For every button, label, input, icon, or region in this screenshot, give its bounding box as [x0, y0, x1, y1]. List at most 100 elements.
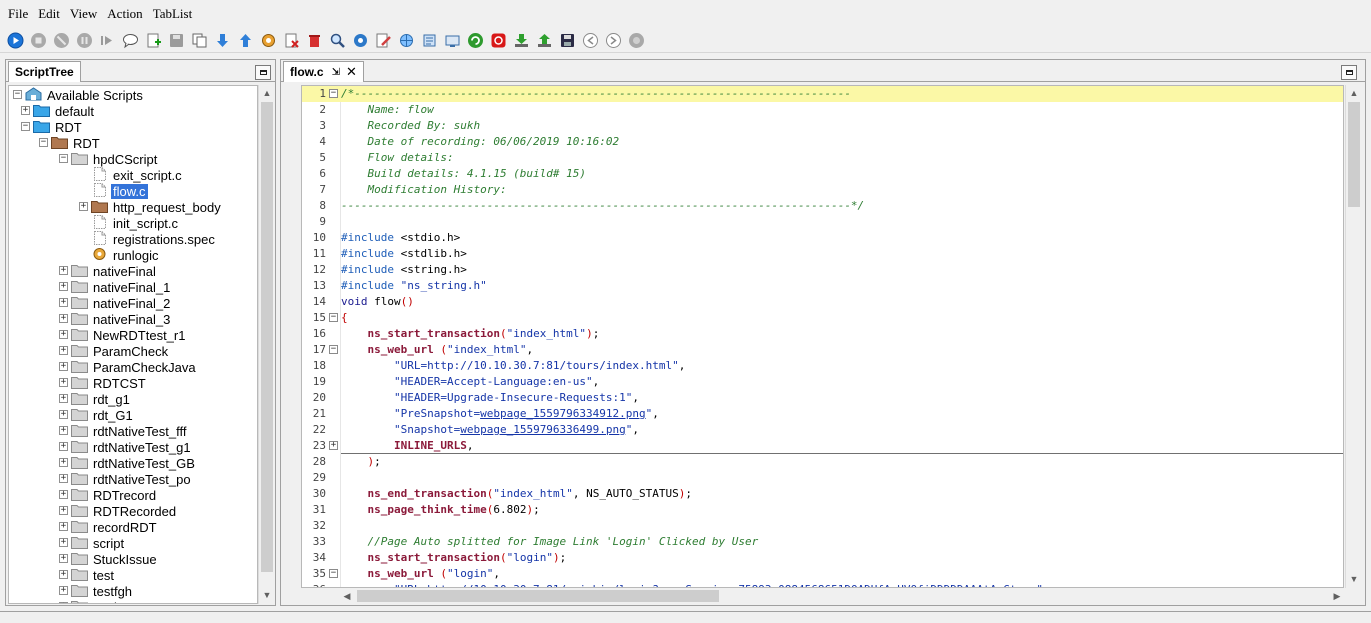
expand-icon[interactable]: + [59, 602, 68, 603]
tab-script-tree[interactable]: ScriptTree [8, 61, 81, 82]
code-line[interactable]: 2 Name: flow [302, 102, 1343, 118]
editor-minimize-button[interactable] [1341, 65, 1357, 80]
redo-icon[interactable] [604, 31, 623, 50]
code-line[interactable]: 4 Date of recording: 06/06/2019 10:16:02 [302, 134, 1343, 150]
web-icon[interactable] [397, 31, 416, 50]
collapse-icon[interactable]: − [21, 122, 30, 131]
scroll-down-icon[interactable]: ▼ [259, 587, 275, 603]
expand-icon[interactable]: + [59, 378, 68, 387]
comment-icon[interactable] [121, 31, 140, 50]
play-icon[interactable] [6, 31, 25, 50]
tree-item[interactable]: nativeFinal_1 [71, 279, 172, 295]
add-page-icon[interactable] [144, 31, 163, 50]
code-token[interactable]: webpage_1559796336499.png [460, 423, 626, 436]
expand-icon[interactable]: + [59, 570, 68, 579]
abort-icon[interactable] [52, 31, 71, 50]
code-line[interactable]: 11 #include <stdlib.h> [302, 246, 1343, 262]
code-line[interactable]: 34 ns_start_transaction("login"); [302, 550, 1343, 566]
expand-icon[interactable]: + [59, 474, 68, 483]
transaction-icon[interactable] [259, 31, 278, 50]
tree-item[interactable]: ParamCheck [71, 343, 170, 359]
close-icon[interactable]: ✕ [346, 64, 357, 80]
code-line[interactable]: 15−{ [302, 310, 1343, 326]
code-line[interactable]: 6 Build details: 4.1.15 (build# 15) [302, 166, 1343, 182]
code-editor[interactable]: 1−/*------------------------------------… [301, 85, 1344, 588]
pause-icon[interactable] [75, 31, 94, 50]
code-line[interactable]: 5 Flow details: [302, 150, 1343, 166]
tree-item[interactable]: StuckIssue [71, 551, 159, 567]
tree-item[interactable]: rdtNativeTest_g1 [71, 439, 193, 455]
tree-item[interactable]: RDTRecorded [71, 503, 178, 519]
tree-item[interactable]: RDT [33, 119, 84, 135]
record-icon[interactable] [489, 31, 508, 50]
tree-item[interactable]: nativeFinal_2 [71, 295, 172, 311]
code-line[interactable]: 7 Modification History: [302, 182, 1343, 198]
edit-icon[interactable] [374, 31, 393, 50]
collapse-icon[interactable]: − [59, 154, 68, 163]
stop-icon[interactable] [29, 31, 48, 50]
save-icon[interactable] [558, 31, 577, 50]
tree-item[interactable]: Available Scripts [25, 86, 145, 103]
expand-icon[interactable]: + [59, 298, 68, 307]
scroll-left-icon[interactable]: ◀ [339, 588, 355, 604]
trash-icon[interactable] [305, 31, 324, 50]
code-line[interactable]: 18 "URL=http://10.10.30.7:81/tours/index… [302, 358, 1343, 374]
tree-item[interactable]: RDT [51, 135, 102, 151]
tree-item[interactable]: http_request_body [91, 199, 223, 215]
tree-item[interactable]: init_script.c [91, 214, 180, 231]
expand-icon[interactable]: + [59, 410, 68, 419]
script-tree-minimize-button[interactable] [255, 65, 271, 80]
tree-item[interactable]: RDTrecord [71, 487, 158, 503]
undo-icon[interactable] [581, 31, 600, 50]
expand-icon[interactable]: + [59, 330, 68, 339]
editor-horizontal-scrollbar[interactable]: ◀ ▶ [301, 588, 1340, 604]
fold-collapse-icon[interactable]: − [329, 313, 338, 322]
expand-icon[interactable]: + [59, 426, 68, 435]
tree-item[interactable]: registrations.spec [91, 230, 217, 247]
arrow-down-icon[interactable] [213, 31, 232, 50]
editor-vertical-scrollbar[interactable]: ▲ ▼ [1345, 85, 1361, 588]
save-gray-icon[interactable] [167, 31, 186, 50]
expand-icon[interactable]: + [59, 282, 68, 291]
expand-icon[interactable]: + [59, 314, 68, 323]
scroll-right-icon[interactable]: ▶ [1329, 588, 1345, 604]
code-line[interactable]: 3 Recorded By: sukh [302, 118, 1343, 134]
code-line[interactable]: 31 ns_page_think_time(6.802); [302, 502, 1343, 518]
tree-item[interactable]: rdt_g1 [71, 391, 132, 407]
expand-icon[interactable]: + [59, 506, 68, 515]
code-line[interactable]: 17− ns_web_url ("index_html", [302, 342, 1343, 358]
tree-item[interactable]: RDTCST [71, 375, 148, 391]
menu-edit[interactable]: Edit [34, 6, 64, 22]
refresh-icon[interactable] [466, 31, 485, 50]
scroll-down-icon[interactable]: ▼ [1346, 571, 1362, 587]
tree-item[interactable]: test [71, 567, 116, 583]
delete-page-icon[interactable] [282, 31, 301, 50]
tree-item[interactable]: flow.c [91, 182, 148, 199]
copy-icon[interactable] [190, 31, 209, 50]
menu-action[interactable]: Action [103, 6, 146, 22]
scroll-up-icon[interactable]: ▲ [259, 85, 275, 101]
find-icon[interactable] [328, 31, 347, 50]
tab-flow-c[interactable]: flow.c ⇲ ✕ [283, 61, 364, 82]
code-line[interactable]: 23 + INLINE_URLS, [302, 438, 1343, 454]
script-icon[interactable] [420, 31, 439, 50]
code-line[interactable]: 16 ns_start_transaction("index_html"); [302, 326, 1343, 342]
download-icon[interactable] [512, 31, 531, 50]
fold-collapse-icon[interactable]: − [329, 89, 338, 98]
expand-icon[interactable]: + [59, 266, 68, 275]
pin-icon[interactable]: ⇲ [332, 67, 340, 78]
code-line[interactable]: 14 void flow() [302, 294, 1343, 310]
tree-item[interactable]: nativeFinal_3 [71, 311, 172, 327]
menu-tablist[interactable]: TabList [149, 6, 197, 22]
code-line[interactable]: 35− ns_web_url ("login", [302, 566, 1343, 582]
scrollbar-thumb[interactable] [261, 102, 273, 572]
code-line[interactable]: 29 [302, 470, 1343, 486]
tree-item[interactable]: rdt_G1 [71, 407, 135, 423]
code-line[interactable]: 33 //Page Auto splitted for Image Link '… [302, 534, 1343, 550]
collapse-icon[interactable]: − [39, 138, 48, 147]
step-icon[interactable] [98, 31, 117, 50]
upload-icon[interactable] [535, 31, 554, 50]
tree-item[interactable]: recordRDT [71, 519, 159, 535]
fold-collapse-icon[interactable]: − [329, 345, 338, 354]
expand-icon[interactable]: + [79, 202, 88, 211]
